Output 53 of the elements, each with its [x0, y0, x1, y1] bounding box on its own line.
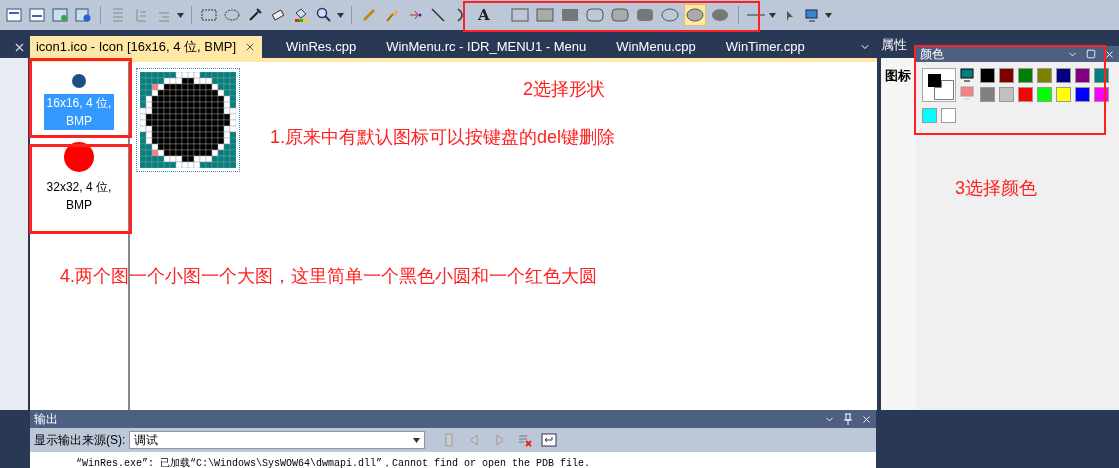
image-type-item[interactable]: 32x32, 4 位, BMP — [30, 142, 127, 214]
output-line: “WinRes.exe”: 已加载“C:\Windows\SysWOW64\dwmapi.dll”，Cannot find or open the PDB file. — [76, 458, 591, 468]
annotation: 4.两个图一个小图一个大图，这里简单一个黑色小圆和一个红色大圆 — [60, 265, 597, 288]
panel-title: 属性 — [880, 35, 907, 54]
pin-icon[interactable] — [843, 413, 853, 425]
clear-icon[interactable] — [517, 432, 534, 448]
inverse-color-icon[interactable] — [959, 86, 974, 100]
pixel-grid-drawing[interactable] — [139, 72, 236, 168]
color-swatch[interactable] — [979, 68, 995, 83]
window-info-icon[interactable] — [73, 5, 93, 25]
text-tool[interactable]: A — [474, 3, 494, 27]
panel-title: 输出 — [34, 411, 59, 428]
image-type-label: 32x32, 4 位, BMP — [45, 179, 113, 214]
dropdown-icon[interactable] — [413, 437, 421, 443]
color-swatch[interactable] — [1036, 87, 1052, 102]
close-icon[interactable] — [861, 413, 872, 425]
color-swatch[interactable] — [1055, 68, 1071, 83]
document-tab[interactable]: WinRes.cpp — [280, 36, 363, 58]
object-field: 图标 — [884, 68, 911, 83]
source-select[interactable]: 调试 — [129, 431, 426, 449]
document-tab[interactable]: WinMenu.rc - IDR_MENU1 - Menu — [380, 36, 593, 58]
screen-color-icon[interactable] — [959, 68, 974, 82]
color-swatch[interactable] — [1017, 87, 1033, 102]
overflow-icon[interactable] — [177, 12, 184, 18]
color-swatch[interactable] — [1055, 87, 1071, 102]
annotation: 3选择颜色 — [955, 177, 1037, 200]
color-swatch[interactable] — [1074, 87, 1090, 102]
color-swatch[interactable] — [921, 108, 937, 123]
panel-title: 颜色 — [919, 46, 945, 63]
window-icon[interactable] — [50, 5, 70, 25]
form-icon[interactable] — [4, 5, 24, 25]
color-swatch[interactable] — [1017, 68, 1033, 83]
caret-icon[interactable] — [768, 12, 776, 18]
form-icon[interactable] — [27, 5, 47, 25]
close-icon[interactable] — [1104, 48, 1115, 60]
document-tab[interactable]: WinMenu.cpp — [610, 36, 702, 58]
word-wrap-icon[interactable] — [541, 432, 558, 448]
source-label: 显示输出来源(S): — [34, 432, 126, 449]
color-swatch[interactable] — [1036, 68, 1052, 83]
color-swatch[interactable] — [940, 108, 956, 123]
annotation: 2选择形状 — [523, 78, 605, 101]
caret-icon[interactable] — [337, 12, 344, 18]
shape-tool[interactable] — [683, 4, 706, 26]
annotation: 1.原来中有默认图标可以按键盘的del键删除 — [270, 126, 616, 149]
document-tab[interactable]: icon1.ico - Icon [16x16, 4 位, BMP] — [29, 36, 263, 58]
color-swatch[interactable] — [979, 87, 995, 102]
overflow-icon[interactable] — [824, 12, 832, 18]
color-swatch[interactable] — [998, 68, 1014, 83]
image-type-label: 16x16, 4 位, BMP — [43, 94, 114, 130]
document-tab[interactable]: WinTimer.cpp — [719, 36, 811, 58]
maximize-icon[interactable] — [1086, 49, 1096, 59]
color-swatch[interactable] — [1074, 68, 1090, 83]
color-swatch[interactable] — [998, 87, 1014, 102]
